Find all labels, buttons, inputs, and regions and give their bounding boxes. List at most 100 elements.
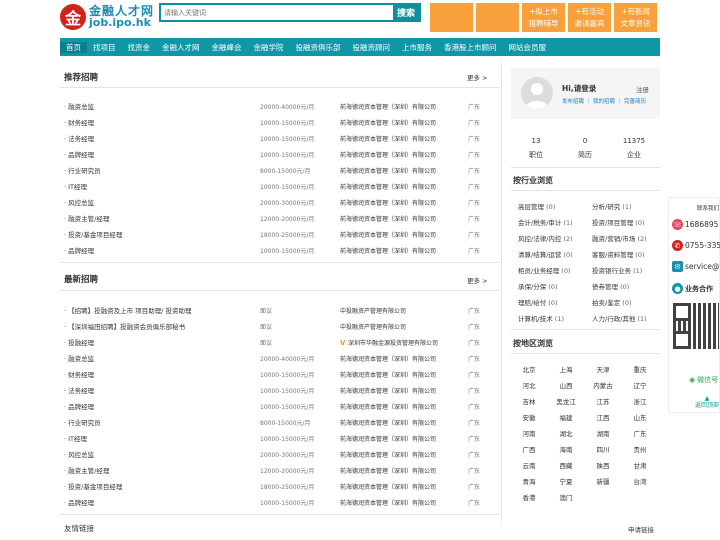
job-company[interactable]: V 深圳市华融金源投资管理有限公司 [340, 338, 438, 347]
job-company[interactable]: 前海德润资本管理（深圳）有限公司 [340, 246, 436, 255]
region-item[interactable]: 浙江 [622, 396, 658, 406]
industry-item[interactable]: 会计/税务/审计 (1) [518, 217, 573, 227]
job-row[interactable]: · 行业研究员 8000-15000元/月 前海德润资本管理（深圳）有限公司 广东 [64, 163, 484, 177]
stat-jobs[interactable]: 13 职位 [516, 134, 556, 162]
job-company[interactable]: 前海德润资本管理（深圳）有限公司 [340, 482, 436, 491]
region-item[interactable]: 澳门 [548, 492, 584, 502]
promo-tile-1[interactable] [430, 3, 473, 32]
region-item[interactable]: 贵州 [622, 444, 658, 454]
job-title[interactable]: · 投资/基金项目经理 [64, 481, 122, 491]
job-company[interactable]: 前海德润资本管理（深圳）有限公司 [340, 386, 436, 395]
job-title[interactable]: · 品牌经理 [64, 497, 94, 507]
job-title[interactable]: · 【深圳福田招聘】投融资会员俱乐部秘书 [64, 321, 185, 331]
job-company[interactable]: 前海德润资本管理（深圳）有限公司 [340, 370, 436, 379]
region-item[interactable]: 西藏 [548, 460, 584, 470]
nav-item[interactable]: 投融资俱乐部 [290, 42, 347, 53]
region-item[interactable]: 吉林 [511, 396, 547, 406]
region-item[interactable]: 上海 [548, 364, 584, 374]
job-company[interactable]: 前海德润资本管理（深圳）有限公司 [340, 166, 436, 175]
industry-item[interactable]: 拍卖/鉴定 (0) [592, 297, 632, 307]
region-item[interactable]: 湖北 [548, 428, 584, 438]
industry-item[interactable]: 分析/研究 (1) [592, 201, 632, 211]
job-row[interactable]: · 融资主管/经理 12000-20000元/月 前海德润资本管理（深圳）有限公司 广… [64, 211, 484, 225]
nav-item[interactable]: 香港股上市顾问 [438, 42, 503, 53]
job-company[interactable]: 前海德润资本管理（深圳）有限公司 [340, 418, 436, 427]
region-item[interactable]: 四川 [585, 444, 621, 454]
region-item[interactable]: 江西 [585, 412, 621, 422]
job-row[interactable]: · IT经理 10000-15000元/月 前海德润资本管理（深圳）有限公司 广东 [64, 431, 484, 445]
site-logo[interactable]: 金 金融人才网 job.ipo.hk [60, 4, 154, 30]
region-item[interactable]: 辽宁 [622, 380, 658, 390]
nav-item[interactable]: 找资金 [122, 42, 157, 53]
job-company[interactable]: 前海德润资本管理（深圳）有限公司 [340, 214, 436, 223]
nav-item[interactable]: 上市服务 [396, 42, 438, 53]
nav-item[interactable]: 投融资顾问 [347, 42, 397, 53]
region-item[interactable]: 新疆 [585, 476, 621, 486]
region-item[interactable]: 重庆 [622, 364, 658, 374]
job-company[interactable]: 前海德润资本管理（深圳）有限公司 [340, 102, 436, 111]
job-row[interactable]: · 【深圳福田招聘】投融资会员俱乐部秘书 面议 中投融资产管理有限公司 广东 [64, 319, 484, 333]
contact-phone2[interactable]: ✆ 0755-335 [672, 240, 720, 251]
job-title[interactable]: · 品牌经理 [64, 401, 94, 411]
job-company[interactable]: 前海德润资本管理（深圳）有限公司 [340, 134, 436, 143]
promo-tile-2[interactable] [476, 3, 519, 32]
job-row[interactable]: · 品牌经理 10000-15000元/月 前海德润资本管理（深圳）有限公司 广东 [64, 495, 484, 509]
job-title[interactable]: · 融资总监 [64, 353, 94, 363]
job-company[interactable]: 前海德润资本管理（深圳）有限公司 [340, 198, 436, 207]
job-row[interactable]: · 投资/基金项目经理 18000-25000元/月 前海德润资本管理（深圳）有限公… [64, 227, 484, 241]
job-row[interactable]: · 融资总监 20000-40000元/月 前海德润资本管理（深圳）有限公司 广东 [64, 99, 484, 113]
job-row[interactable]: · 风控总监 20000-30000元/月 前海德润资本管理（深圳）有限公司 广东 [64, 195, 484, 209]
region-item[interactable]: 青海 [511, 476, 547, 486]
job-title[interactable]: · 风控总监 [64, 197, 94, 207]
industry-item[interactable]: 人力/行政/其他 (1) [592, 313, 647, 323]
job-row[interactable]: · 法务经理 10000-15000元/月 前海德润资本管理（深圳）有限公司 广东 [64, 383, 484, 397]
login-links[interactable]: 发布招聘 ｜ 我的招聘 ｜ 完善简历 [562, 97, 646, 105]
job-row[interactable]: · 财务经理 10000-15000元/月 前海德润资本管理（深圳）有限公司 广东 [64, 367, 484, 381]
job-title[interactable]: · 品牌经理 [64, 149, 94, 159]
region-item[interactable]: 山西 [548, 380, 584, 390]
job-company[interactable]: 前海德润资本管理（深圳）有限公司 [340, 354, 436, 363]
industry-item[interactable]: 计算机/技术 (1) [518, 313, 564, 323]
stat-companies[interactable]: 11375 企业 [614, 134, 654, 162]
contact-phone1[interactable]: ☏ 1686895 [672, 219, 718, 230]
stat-resumes[interactable]: 0 简历 [565, 134, 605, 162]
industry-item[interactable]: 债券管理 (0) [592, 281, 629, 291]
job-company[interactable]: 前海德润资本管理（深圳）有限公司 [340, 450, 436, 459]
promo-event-button[interactable]: +有活动 邀请嘉宾 [568, 3, 611, 32]
job-company[interactable]: 前海德润资本管理（深圳）有限公司 [340, 402, 436, 411]
region-item[interactable]: 香港 [511, 492, 547, 502]
nav-item[interactable]: 找项目 [87, 42, 122, 53]
region-item[interactable]: 台湾 [622, 476, 658, 486]
job-company[interactable]: 中投融资产管理有限公司 [340, 306, 406, 315]
job-title[interactable]: · 融资总监 [64, 101, 94, 111]
job-row[interactable]: · 品牌经理 10000-15000元/月 前海德润资本管理（深圳）有限公司 广东 [64, 243, 484, 257]
job-row[interactable]: · IT经理 10000-15000元/月 前海德润资本管理（深圳）有限公司 广东 [64, 179, 484, 193]
nav-item[interactable]: 金融学院 [248, 42, 290, 53]
job-title[interactable]: · 品牌经理 [64, 245, 94, 255]
job-company[interactable]: 前海德润资本管理（深圳）有限公司 [340, 182, 436, 191]
job-title[interactable]: · 投融经理 [64, 337, 94, 347]
job-row[interactable]: · 品牌经理 10000-15000元/月 前海德润资本管理（深圳）有限公司 广东 [64, 399, 484, 413]
promo-news-button[interactable]: +有新闻 文章资讯 [614, 3, 657, 32]
search-button[interactable]: 搜索 [393, 5, 419, 20]
job-title[interactable]: · IT经理 [64, 181, 87, 191]
job-row[interactable]: · 投融经理 面议 V 深圳市华融金源投资管理有限公司 广东 [64, 335, 484, 349]
region-item[interactable]: 广西 [511, 444, 547, 454]
industry-item[interactable]: 清算/结算/运营 (0) [518, 249, 573, 259]
job-title[interactable]: · 投资/基金项目经理 [64, 229, 122, 239]
job-title[interactable]: · 行业研究员 [64, 417, 101, 427]
region-item[interactable]: 河北 [511, 380, 547, 390]
job-row[interactable]: · 融资主管/经理 12000-20000元/月 前海德润资本管理（深圳）有限公司 广… [64, 463, 484, 477]
region-item[interactable]: 安徽 [511, 412, 547, 422]
job-company[interactable]: 前海德润资本管理（深圳）有限公司 [340, 466, 436, 475]
industry-item[interactable]: 投资银行业务 (1) [592, 265, 642, 275]
job-row[interactable]: · 投资/基金项目经理 18000-25000元/月 前海德润资本管理（深圳）有限公… [64, 479, 484, 493]
job-title[interactable]: · IT经理 [64, 433, 87, 443]
region-item[interactable]: 天津 [585, 364, 621, 374]
job-row[interactable]: · 行业研究员 8000-15000元/月 前海德润资本管理（深圳）有限公司 广东 [64, 415, 484, 429]
region-item[interactable]: 海南 [548, 444, 584, 454]
industry-item[interactable]: 承保/分保 (0) [518, 281, 558, 291]
job-row[interactable]: · 融资总监 20000-40000元/月 前海德润资本管理（深圳）有限公司 广东 [64, 351, 484, 365]
login-greeting[interactable]: Hi,请登录 [562, 83, 596, 94]
region-item[interactable]: 甘肃 [622, 460, 658, 470]
